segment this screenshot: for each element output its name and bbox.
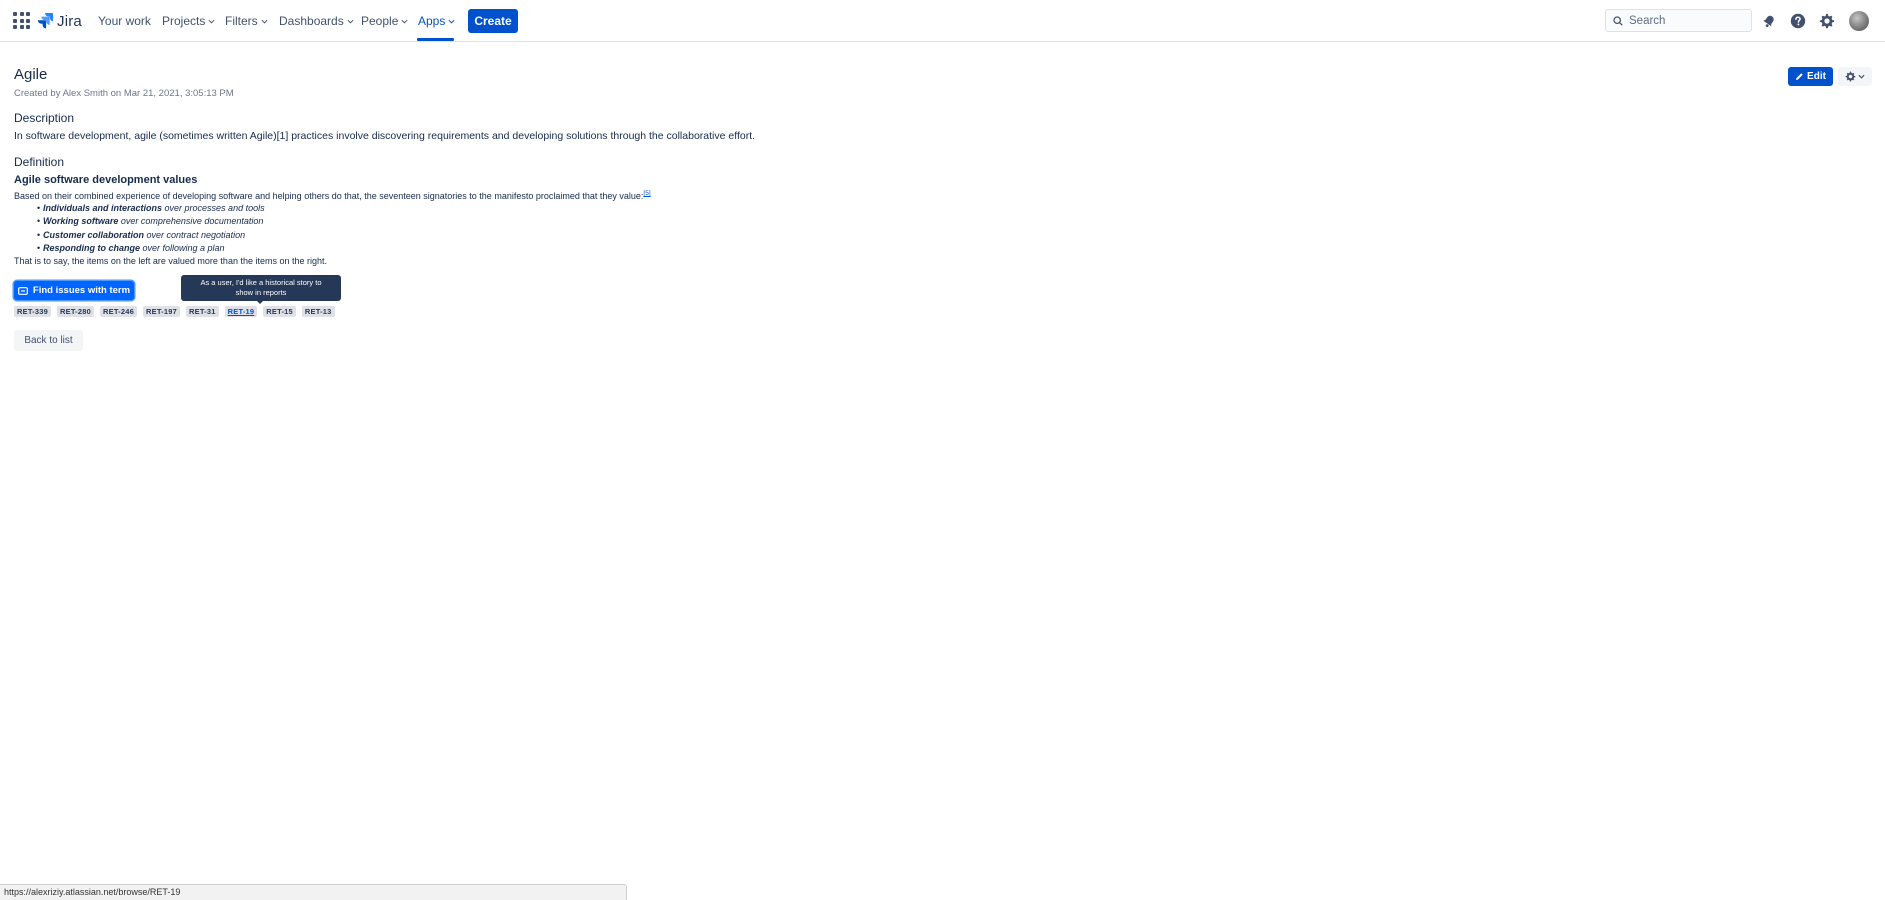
definition-outro: That is to say, the items on the left ar…	[14, 256, 327, 266]
list-item: • Customer collaboration over contract ne…	[37, 229, 246, 240]
search-box[interactable]	[1605, 9, 1752, 32]
definition-intro: Based on their combined experience of de…	[14, 190, 651, 201]
find-issues-button[interactable]: Find issues with term	[14, 281, 134, 300]
edit-button-label: Edit	[1807, 71, 1826, 82]
value-bold: Customer collaboration	[43, 229, 145, 240]
top-navigation: Jira Your work Projects Filters Dashboar…	[0, 0, 1885, 42]
jira-logo-icon	[37, 12, 53, 29]
active-nav-indicator	[417, 38, 454, 41]
nav-your-work[interactable]: Your work	[98, 12, 151, 30]
gear-icon	[1845, 71, 1856, 82]
list-item: • Working software over comprehensive doc…	[37, 216, 264, 227]
settings-gear-icon[interactable]	[1817, 11, 1837, 31]
search-input[interactable]	[1629, 14, 1739, 27]
issue-tag[interactable]: RET-15	[263, 306, 296, 317]
nav-projects-label: Projects	[162, 14, 206, 28]
chevron-down-icon	[261, 19, 268, 24]
value-bold: Responding to change	[43, 242, 141, 253]
values-list: • Individuals and interactions over proce…	[37, 202, 265, 255]
definition-heading: Definition	[14, 155, 65, 169]
chevron-down-icon	[448, 19, 455, 24]
ticket-icon	[18, 286, 28, 295]
nav-dashboards[interactable]: Dashboards	[279, 12, 354, 30]
pencil-icon	[1796, 73, 1803, 80]
create-button[interactable]: Create	[468, 9, 518, 33]
issue-tag-list: RET-339 RET-280 RET-246 RET-197 RET-31 R…	[14, 306, 335, 317]
value-rest: over comprehensive documentation	[118, 216, 264, 227]
issue-tag[interactable]: RET-246	[100, 306, 137, 317]
list-item: • Individuals and interactions over proce…	[37, 203, 265, 213]
issue-tag[interactable]: RET-31	[186, 306, 219, 317]
help-icon[interactable]	[1788, 11, 1808, 31]
nav-your-work-label: Your work	[98, 14, 151, 28]
value-bold: Working software	[43, 216, 119, 227]
reference-link[interactable]: [5]	[643, 190, 650, 197]
jira-logo-text: Jira	[57, 12, 82, 30]
chevron-down-icon	[208, 19, 215, 24]
jira-logo[interactable]: Jira	[37, 10, 82, 32]
issue-tag[interactable]: RET-339	[14, 306, 51, 317]
nav-people[interactable]: People	[361, 12, 408, 30]
nav-people-label: People	[361, 14, 399, 28]
chevron-down-icon	[1858, 74, 1865, 79]
value-bold: Individuals and interactions	[43, 203, 163, 213]
nav-filters[interactable]: Filters	[225, 12, 268, 30]
issue-tooltip: As a user, I'd like a historical story t…	[181, 275, 341, 301]
find-issues-label: Find issues with term	[32, 285, 131, 296]
nav-apps[interactable]: Apps	[418, 12, 455, 30]
issue-tag-hovered[interactable]: RET-19	[224, 306, 258, 317]
value-rest: over following a plan	[140, 242, 225, 253]
description-heading: Description	[14, 111, 75, 125]
issue-tag[interactable]: RET-197	[143, 306, 180, 317]
user-avatar[interactable]	[1849, 11, 1869, 31]
value-rest: over processes and tools	[162, 203, 265, 213]
app-switcher-icon[interactable]	[13, 12, 30, 29]
value-rest: over contract negotiation	[144, 229, 246, 240]
nav-dashboards-label: Dashboards	[279, 14, 344, 28]
nav-projects[interactable]: Projects	[162, 12, 215, 30]
back-to-list-button[interactable]: Back to list	[14, 330, 83, 351]
definition-subheading: Agile software development values	[14, 174, 198, 186]
issue-tag[interactable]: RET-13	[301, 306, 335, 317]
nav-apps-label: Apps	[418, 14, 446, 28]
nav-filters-label: Filters	[225, 14, 258, 28]
issue-tag[interactable]: RET-280	[57, 306, 94, 317]
definition-intro-text: Based on their combined experience of de…	[14, 191, 644, 201]
page-actions-menu-button[interactable]	[1838, 67, 1872, 86]
edit-button[interactable]: Edit	[1788, 67, 1833, 86]
description-text: In software development, agile (sometime…	[14, 130, 756, 142]
list-item: • Responding to change over following a p…	[37, 242, 225, 253]
browser-status-bar: https://alexriziy.atlassian.net/browse/R…	[0, 884, 627, 900]
page-title: Agile	[14, 66, 48, 83]
search-icon	[1613, 15, 1623, 26]
created-by-meta: Created by Alex Smith on Mar 21, 2021, 3…	[14, 88, 234, 99]
chevron-down-icon	[401, 19, 408, 24]
notifications-bell-icon[interactable]	[1759, 11, 1779, 31]
chevron-down-icon	[347, 19, 354, 24]
tooltip-arrow	[256, 300, 264, 304]
